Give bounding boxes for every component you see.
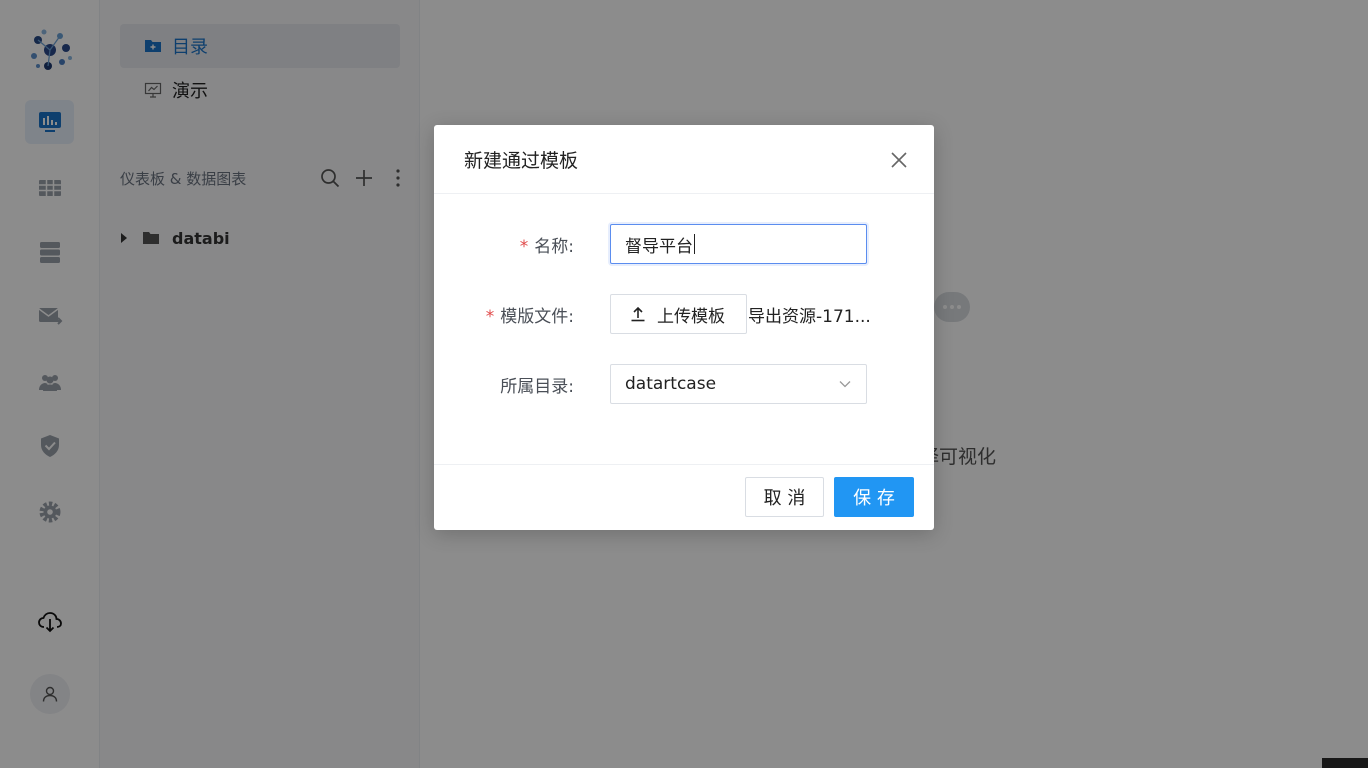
name-label: * 名称:	[519, 236, 574, 257]
directory-select[interactable]: datartcase	[610, 364, 867, 404]
dialog-title: 新建通过模板	[464, 149, 579, 172]
save-button[interactable]: 保 存	[834, 477, 914, 517]
cancel-button[interactable]: 取 消	[745, 477, 824, 517]
chevron-down-icon	[838, 377, 852, 391]
upload-template-button[interactable]: 上传模板	[610, 294, 747, 334]
field-name: * 名称: 督导平台	[434, 224, 934, 264]
name-input[interactable]: 督导平台	[610, 224, 867, 264]
field-template-file: * 模版文件: 上传模板 导出资源-171...	[434, 294, 934, 334]
template-file-label: * 模版文件:	[485, 306, 574, 327]
dialog-footer: 取 消 保 存	[434, 464, 934, 530]
close-icon	[891, 152, 907, 168]
directory-label: 所属目录:	[500, 376, 574, 397]
field-directory: 所属目录: datartcase	[434, 364, 934, 404]
close-button[interactable]	[890, 151, 908, 169]
upload-icon	[629, 305, 647, 323]
uploaded-file-name[interactable]: 导出资源-171...	[748, 302, 871, 327]
dialog-header: 新建通过模板	[434, 125, 934, 194]
create-from-template-dialog: 新建通过模板 * 名称: 督导平台 * 模版文件: 上传模板 导出资源-171...…	[434, 125, 934, 530]
